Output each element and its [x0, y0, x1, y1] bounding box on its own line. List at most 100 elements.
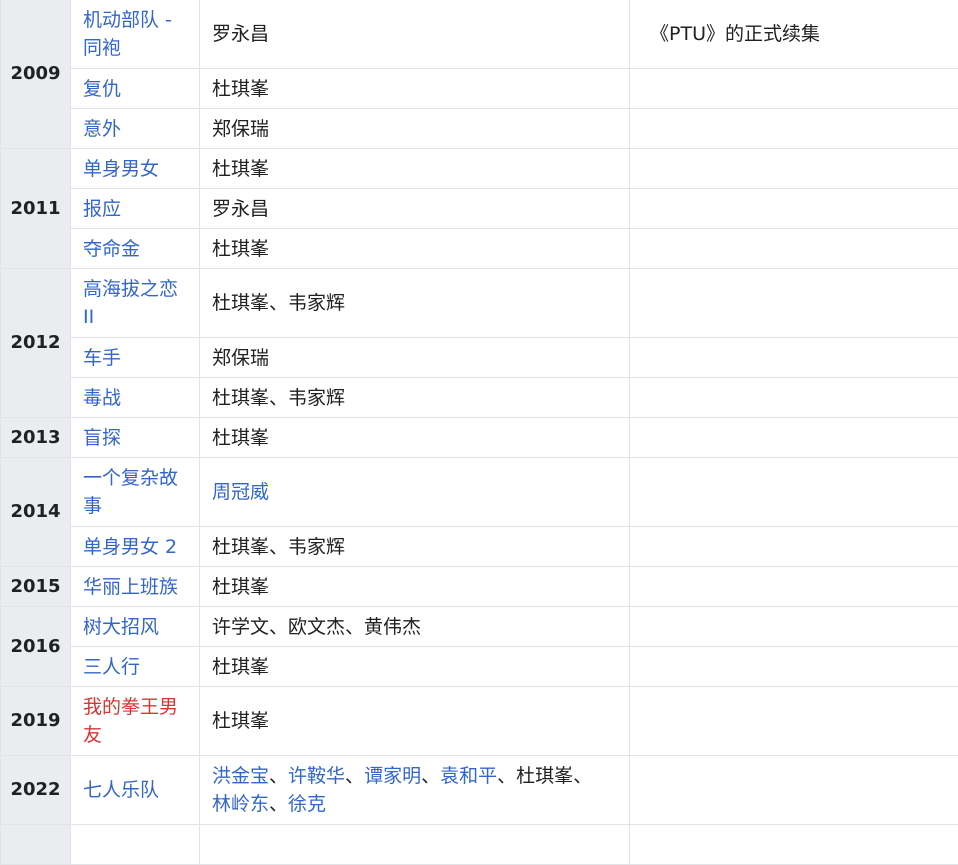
film-title-cell: 报应: [71, 189, 200, 229]
note-cell: [630, 229, 958, 269]
note-cell: [630, 607, 958, 647]
film-title-cell: 我的拳王男友: [71, 687, 200, 756]
film-title-cell: 三人行: [71, 647, 200, 687]
director-cell: 洪金宝、许鞍华、谭家明、袁和平、杜琪峯、林岭东、徐克: [200, 756, 630, 825]
note-cell: [630, 269, 958, 338]
film-title-link[interactable]: 盲探: [83, 427, 121, 449]
table-row: 2012 高海拔之恋II 杜琪峯、韦家辉: [1, 269, 958, 338]
table-row: 夺命金 杜琪峯: [1, 229, 958, 269]
table-row: [1, 825, 958, 865]
note-cell: [630, 338, 958, 378]
film-title-link[interactable]: 机动部队 - 同袍: [83, 9, 172, 59]
director-link[interactable]: 周冠威: [212, 481, 269, 503]
director-cell: 郑保瑞: [200, 338, 630, 378]
year-cell: 2014: [1, 458, 71, 567]
director-text: 杜琪峯: [516, 765, 573, 787]
film-title-link[interactable]: 单身男女 2: [83, 536, 177, 558]
table-row: 车手 郑保瑞: [1, 338, 958, 378]
film-title-link[interactable]: 意外: [83, 118, 121, 140]
director-cell: 杜琪峯: [200, 69, 630, 109]
director-cell: 郑保瑞: [200, 109, 630, 149]
table-row: 2016 树大招风 许学文、欧文杰、黄伟杰: [1, 607, 958, 647]
table-row: 2009 机动部队 - 同袍 罗永昌 《PTU》的正式续集: [1, 0, 958, 69]
director-link[interactable]: 洪金宝: [212, 765, 269, 787]
director-cell: 周冠威: [200, 458, 630, 527]
director-link[interactable]: 谭家明: [364, 765, 421, 787]
director-cell: 杜琪峯: [200, 567, 630, 607]
table-row: 复仇 杜琪峯: [1, 69, 958, 109]
film-title-cell: 单身男女: [71, 149, 200, 189]
film-title-redlink[interactable]: 我的拳王男友: [83, 696, 178, 746]
film-title-cell: 车手: [71, 338, 200, 378]
film-title-link[interactable]: 毒战: [83, 387, 121, 409]
film-title-link[interactable]: 夺命金: [83, 238, 140, 260]
director-cell: 罗永昌: [200, 0, 630, 69]
director-link[interactable]: 袁和平: [440, 765, 497, 787]
director-cell: 杜琪峯: [200, 418, 630, 458]
film-title-link[interactable]: 高海拔之恋II: [83, 278, 178, 328]
film-title-cell: 复仇: [71, 69, 200, 109]
filmography-table: 2009 机动部队 - 同袍 罗永昌 《PTU》的正式续集 复仇 杜琪峯 意外 …: [0, 0, 958, 865]
note-cell: [630, 647, 958, 687]
note-cell: [630, 418, 958, 458]
note-cell: [630, 756, 958, 825]
table-row: 2015 华丽上班族 杜琪峯: [1, 567, 958, 607]
table-row: 2011 单身男女 杜琪峯: [1, 149, 958, 189]
note-cell: [630, 69, 958, 109]
film-title-cell: 华丽上班族: [71, 567, 200, 607]
note-cell: [630, 687, 958, 756]
film-title-link[interactable]: 单身男女: [83, 158, 159, 180]
film-title-cell: 机动部队 - 同袍: [71, 0, 200, 69]
separator: 、: [573, 765, 592, 787]
table-row: 2013 盲探 杜琪峯: [1, 418, 958, 458]
film-title-link[interactable]: 一个复杂故事: [83, 467, 178, 517]
film-title-cell: [71, 825, 200, 865]
film-title-cell: 夺命金: [71, 229, 200, 269]
director-link[interactable]: 许鞍华: [288, 765, 345, 787]
year-cell: 2016: [1, 607, 71, 687]
separator: 、: [269, 765, 288, 787]
note-cell: [630, 149, 958, 189]
director-link[interactable]: 林岭东: [212, 793, 269, 815]
note-cell: [630, 378, 958, 418]
director-cell: 杜琪峯: [200, 687, 630, 756]
year-cell: [1, 825, 71, 865]
director-cell: [200, 825, 630, 865]
film-title-link[interactable]: 树大招风: [83, 616, 159, 638]
year-cell: 2011: [1, 149, 71, 269]
film-title-cell: 树大招风: [71, 607, 200, 647]
director-cell: 杜琪峯: [200, 647, 630, 687]
film-title-link[interactable]: 复仇: [83, 78, 121, 100]
note-cell: [630, 189, 958, 229]
table-row: 2019 我的拳王男友 杜琪峯: [1, 687, 958, 756]
separator: 、: [269, 793, 288, 815]
film-title-link[interactable]: 三人行: [83, 656, 140, 678]
film-title-cell: 一个复杂故事: [71, 458, 200, 527]
note-cell: [630, 567, 958, 607]
separator: 、: [345, 765, 364, 787]
year-cell: 2019: [1, 687, 71, 756]
director-cell: 杜琪峯、韦家辉: [200, 527, 630, 567]
director-cell: 杜琪峯、韦家辉: [200, 269, 630, 338]
note-cell: [630, 527, 958, 567]
year-cell: 2022: [1, 756, 71, 825]
separator: 、: [497, 765, 516, 787]
film-title-cell: 七人乐队: [71, 756, 200, 825]
note-cell: 《PTU》的正式续集: [630, 0, 958, 69]
year-cell: 2015: [1, 567, 71, 607]
separator: 、: [421, 765, 440, 787]
table-row: 2022 七人乐队 洪金宝、许鞍华、谭家明、袁和平、杜琪峯、林岭东、徐克: [1, 756, 958, 825]
film-title-cell: 单身男女 2: [71, 527, 200, 567]
table-row: 三人行 杜琪峯: [1, 647, 958, 687]
film-title-link[interactable]: 七人乐队: [83, 779, 159, 801]
film-title-link[interactable]: 报应: [83, 198, 121, 220]
table-row: 毒战 杜琪峯、韦家辉: [1, 378, 958, 418]
director-cell: 罗永昌: [200, 189, 630, 229]
director-cell: 杜琪峯、韦家辉: [200, 378, 630, 418]
director-link[interactable]: 徐克: [288, 793, 326, 815]
director-cell: 许学文、欧文杰、黄伟杰: [200, 607, 630, 647]
year-cell: 2013: [1, 418, 71, 458]
film-title-link[interactable]: 华丽上班族: [83, 576, 178, 598]
film-title-link[interactable]: 车手: [83, 347, 121, 369]
year-cell: 2009: [1, 0, 71, 149]
